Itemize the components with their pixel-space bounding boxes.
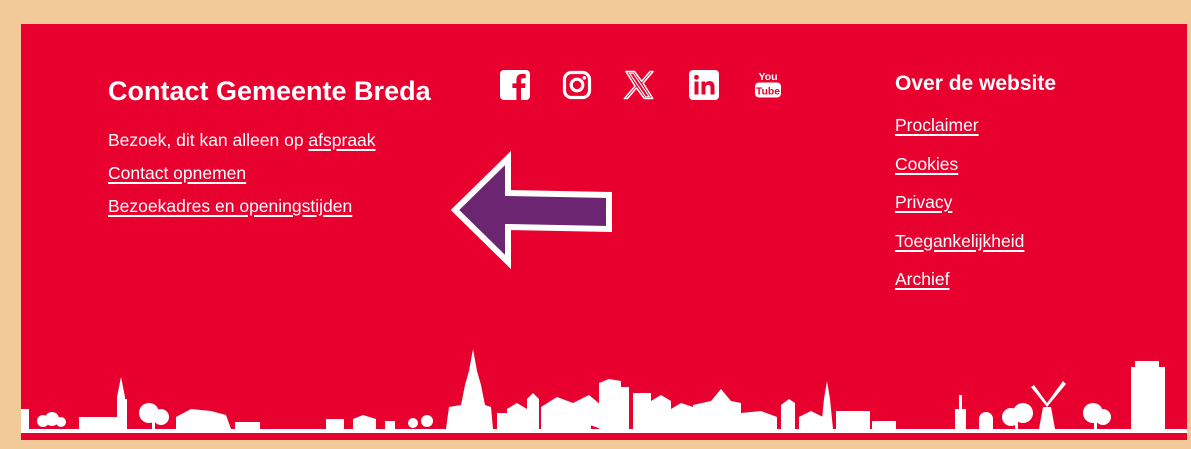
contact-link[interactable]: Contact opnemen xyxy=(108,163,246,183)
contact-title: Contact Gemeente Breda xyxy=(108,76,431,106)
about-heading: Over de website xyxy=(895,72,1057,95)
contact-line: Contact opnemen xyxy=(108,162,438,195)
youtube-you-text: You xyxy=(758,71,777,83)
proclaimer-link[interactable]: Proclaimer xyxy=(895,114,1175,153)
accessibility-link[interactable]: Toegankelijkheid xyxy=(895,230,1175,269)
arrow-icon xyxy=(450,151,612,269)
site-footer: Contact Gemeente Breda Bezoek, dit kan a… xyxy=(21,24,1187,440)
cookies-link[interactable]: Cookies xyxy=(895,153,1175,192)
youtube-tube-text: Tube xyxy=(756,86,780,98)
city-skyline-silhouette xyxy=(21,349,1187,433)
x-icon[interactable] xyxy=(623,69,655,101)
visit-text: Bezoek, dit kan alleen op xyxy=(108,130,309,150)
visit-line: Bezoek, dit kan alleen op afspraak xyxy=(108,129,438,162)
address-line: Bezoekadres en openingstijden xyxy=(108,195,438,228)
visiting-address-link[interactable]: Bezoekadres en openingstijden xyxy=(108,196,352,216)
linkedin-icon[interactable] xyxy=(688,69,720,101)
archive-link[interactable]: Archief xyxy=(895,268,1175,307)
about-column: Over de website Proclaimer Cookies Priva… xyxy=(895,69,1175,307)
contact-column: Contact Gemeente Breda Bezoek, dit kan a… xyxy=(108,72,438,228)
appointment-link[interactable]: afspraak xyxy=(308,130,375,150)
facebook-icon[interactable] xyxy=(499,69,531,101)
page-frame: Contact Gemeente Breda Bezoek, dit kan a… xyxy=(0,0,1191,449)
youtube-icon[interactable]: You Tube xyxy=(752,69,784,101)
privacy-link[interactable]: Privacy xyxy=(895,191,1175,230)
instagram-icon[interactable] xyxy=(561,69,593,101)
